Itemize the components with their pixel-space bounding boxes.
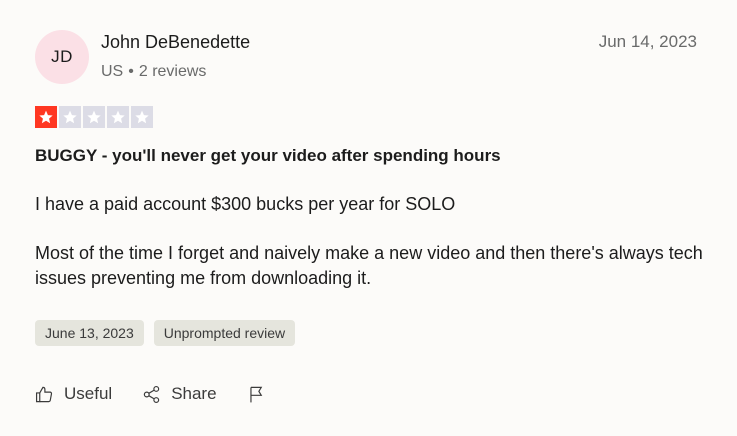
reviewer-country: US bbox=[101, 63, 124, 80]
flag-icon bbox=[249, 386, 262, 402]
star-rating bbox=[35, 106, 153, 128]
reviewer-meta: US • 2 reviews bbox=[101, 63, 206, 81]
unprompted-review-tag[interactable]: Unprompted review bbox=[153, 320, 296, 346]
share-icon bbox=[143, 385, 160, 403]
flag-button[interactable] bbox=[247, 385, 266, 404]
meta-separator: • bbox=[128, 63, 134, 80]
review-actions: Useful Share bbox=[35, 384, 296, 404]
share-button[interactable]: Share bbox=[142, 384, 217, 404]
share-label: Share bbox=[171, 384, 217, 403]
star-icon bbox=[35, 106, 57, 128]
experience-date-tag: June 13, 2023 bbox=[35, 320, 144, 346]
thumbs-up-icon bbox=[35, 386, 53, 402]
star-icon bbox=[83, 106, 105, 128]
useful-button[interactable]: Useful bbox=[35, 384, 112, 404]
reviewer-name[interactable]: John DeBenedette bbox=[101, 32, 250, 53]
star-icon bbox=[107, 106, 129, 128]
review-body: I have a paid account $300 bucks per yea… bbox=[35, 192, 705, 315]
star-icon bbox=[131, 106, 153, 128]
useful-label: Useful bbox=[64, 384, 113, 403]
review-tags: June 13, 2023 Unprompted review bbox=[35, 320, 296, 346]
reviewer-reviews-count: 2 reviews bbox=[138, 63, 207, 80]
avatar[interactable]: JD bbox=[35, 30, 89, 84]
review-date: Jun 14, 2023 bbox=[598, 32, 697, 51]
review-title[interactable]: BUGGY - you'll never get your video afte… bbox=[35, 146, 501, 166]
star-icon bbox=[59, 106, 81, 128]
review-paragraph: Most of the time I forget and naively ma… bbox=[35, 243, 703, 288]
review-paragraph: I have a paid account $300 bucks per yea… bbox=[35, 194, 456, 214]
